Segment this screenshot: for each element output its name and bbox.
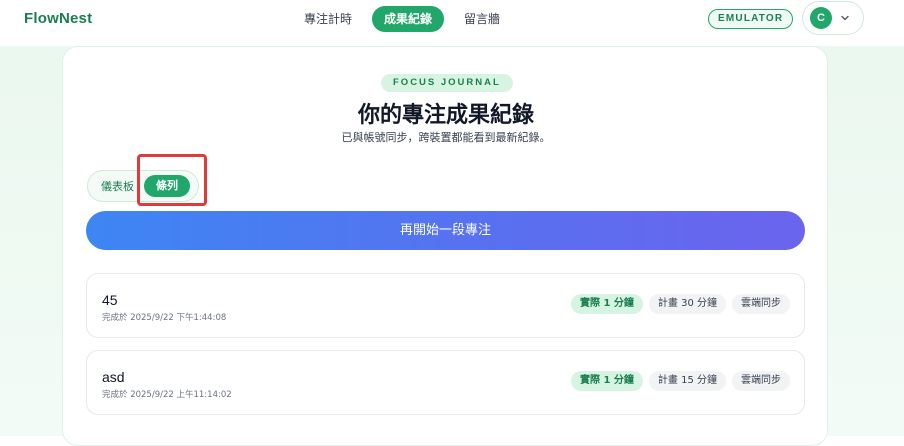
chevron-down-icon [841, 15, 849, 21]
avatar: C [810, 7, 832, 29]
user-menu-button[interactable]: C [802, 1, 864, 35]
nav-message-wall[interactable]: 留言牆 [452, 6, 512, 32]
session-card[interactable]: 45 完成於 2025/9/22 下午1:44:08 實際 1 分鐘 計畫 30… [86, 273, 805, 338]
sync-status-badge: 雲端同步 [732, 371, 790, 391]
main-nav: 專注計時 成果紀錄 留言牆 [292, 6, 512, 32]
actual-duration-badge: 實際 1 分鐘 [570, 371, 643, 391]
actual-duration-badge: 實際 1 分鐘 [570, 294, 643, 314]
planned-duration-badge: 計畫 15 分鐘 [648, 371, 726, 391]
session-tags: 實際 1 分鐘 計畫 15 分鐘 雲端同步 [570, 371, 790, 391]
start-focus-button[interactable]: 再開始一段專注 [86, 211, 805, 250]
session-name: asd [102, 369, 125, 385]
session-completed-time: 完成於 2025/9/22 下午1:44:08 [102, 313, 227, 323]
page-subtitle: 已與帳號同步，跨裝置都能看到最新紀錄。 [341, 131, 551, 144]
nav-records[interactable]: 成果紀錄 [372, 6, 445, 32]
sync-status-badge: 雲端同步 [732, 294, 790, 314]
planned-duration-badge: 計畫 30 分鐘 [648, 294, 726, 314]
page-title: 你的專注成果紀錄 [357, 103, 534, 128]
eyebrow-badge: FOCUS JOURNAL [381, 74, 513, 92]
toggle-dashboard[interactable]: 儀表板 [101, 178, 134, 194]
journal-card: FOCUS JOURNAL 你的專注成果紀錄 已與帳號同步，跨裝置都能看到最新紀… [62, 46, 828, 446]
session-completed-time: 完成於 2025/9/22 上午11:14:02 [102, 390, 232, 400]
top-bar: FlowNest 專注計時 成果紀錄 留言牆 EMULATOR C [0, 0, 904, 46]
highlight-annotation [137, 154, 207, 206]
app-logo[interactable]: FlowNest [24, 10, 92, 27]
session-name: 45 [102, 292, 118, 308]
session-tags: 實際 1 分鐘 計畫 30 分鐘 雲端同步 [570, 294, 790, 314]
nav-focus-timer[interactable]: 專注計時 [292, 6, 364, 32]
session-card[interactable]: asd 完成於 2025/9/22 上午11:14:02 實際 1 分鐘 計畫 … [86, 350, 805, 415]
emulator-badge: EMULATOR [708, 9, 794, 29]
